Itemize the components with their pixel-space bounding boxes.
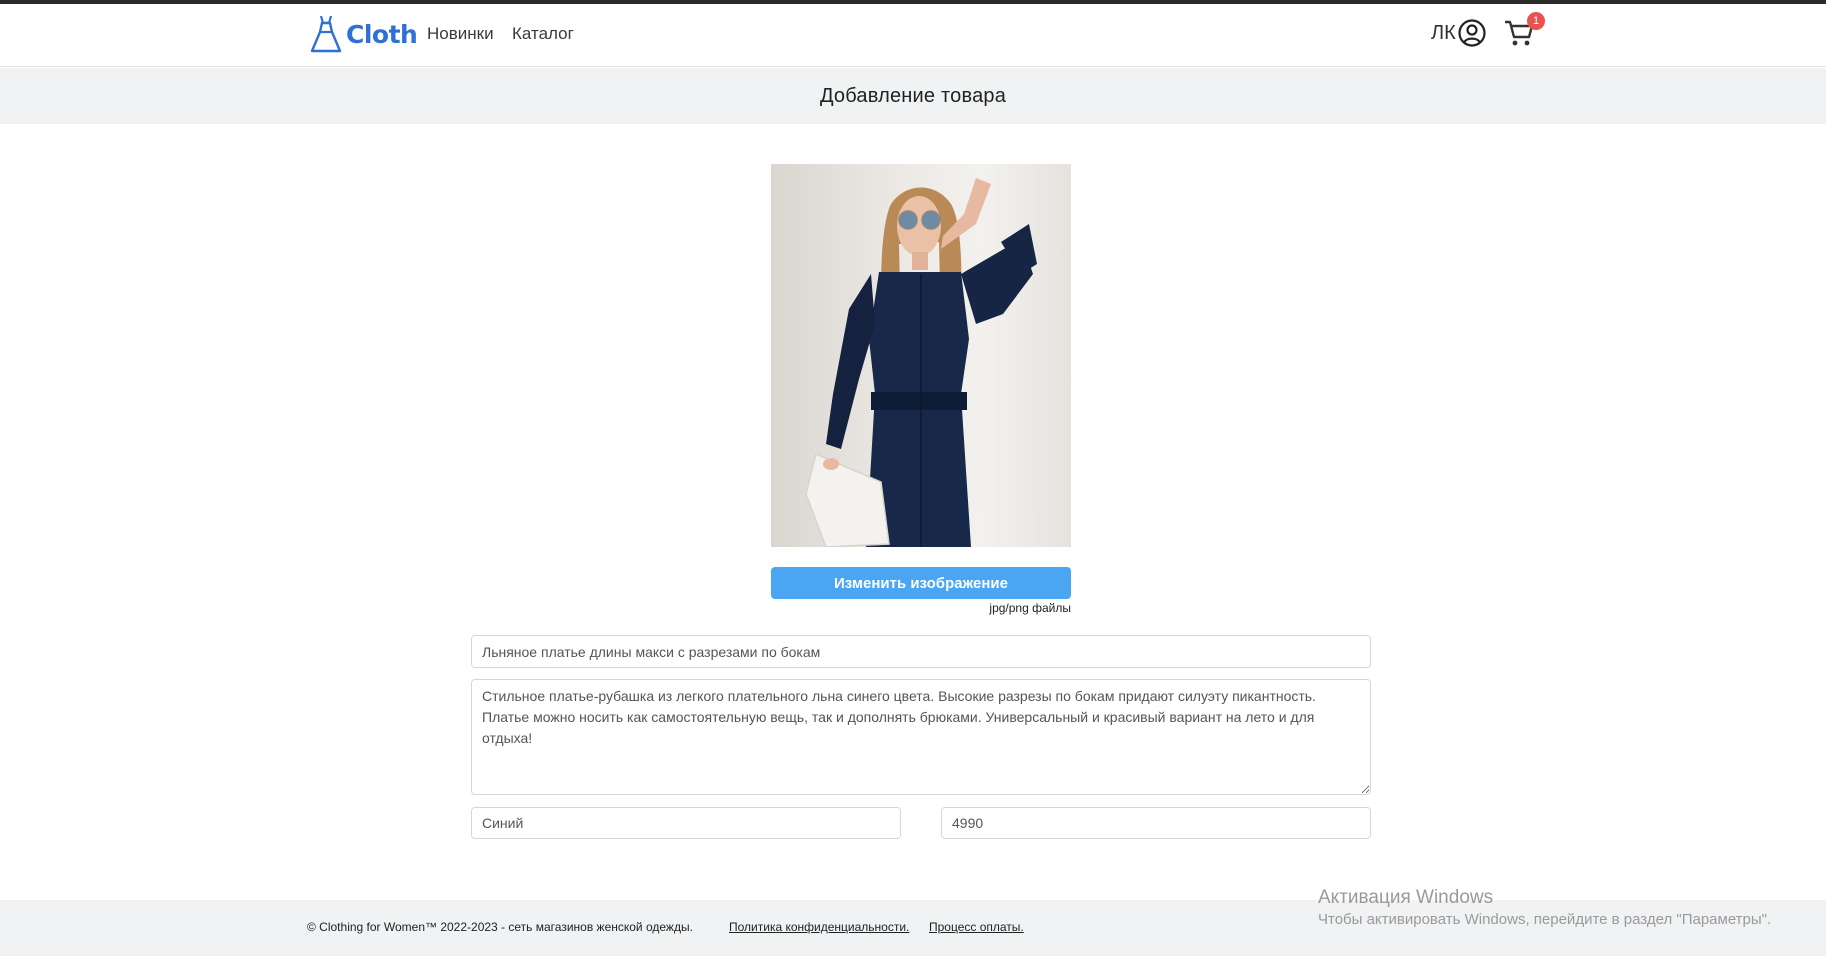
product-color-input[interactable] bbox=[471, 807, 901, 839]
product-image bbox=[771, 164, 1071, 547]
file-type-hint: jpg/png файлы bbox=[989, 601, 1071, 615]
footer-copyright: © Clothing for Women™ 2022-2023 - сеть м… bbox=[307, 920, 693, 934]
nav-link-new[interactable]: Новинки bbox=[427, 24, 494, 44]
brand-logo[interactable]: Cloth bbox=[310, 12, 418, 56]
windows-activation-title: Активация Windows bbox=[1318, 887, 1494, 908]
nav-link-catalog[interactable]: Каталог bbox=[512, 24, 574, 44]
account-label: ЛК bbox=[1431, 21, 1456, 44]
user-circle-icon bbox=[1458, 19, 1486, 47]
navbar: Cloth Новинки Каталог ЛК 1 bbox=[0, 4, 1826, 67]
page-title-bar: Добавление товара bbox=[0, 68, 1826, 124]
dress-icon bbox=[310, 15, 342, 53]
page-title: Добавление товара bbox=[819, 84, 1007, 107]
payment-process-link[interactable]: Процесс оплаты. bbox=[929, 920, 1024, 934]
brand-name: Cloth bbox=[346, 19, 418, 49]
privacy-policy-link[interactable]: Политика конфиденциальности. bbox=[729, 920, 909, 934]
product-photo bbox=[805, 178, 1037, 547]
change-image-button[interactable]: Изменить изображение bbox=[771, 567, 1071, 599]
cart-count-badge: 1 bbox=[1527, 12, 1545, 30]
product-name-input[interactable] bbox=[471, 635, 1371, 668]
windows-activation-subtitle: Чтобы активировать Windows, перейдите в … bbox=[1318, 911, 1772, 928]
account-link[interactable]: ЛК bbox=[1431, 18, 1487, 48]
footer: © Clothing for Women™ 2022-2023 - сеть м… bbox=[0, 900, 1826, 956]
product-description-textarea[interactable]: Стильное платье-рубашка из легкого плате… bbox=[471, 679, 1371, 795]
product-price-input[interactable] bbox=[941, 807, 1371, 839]
